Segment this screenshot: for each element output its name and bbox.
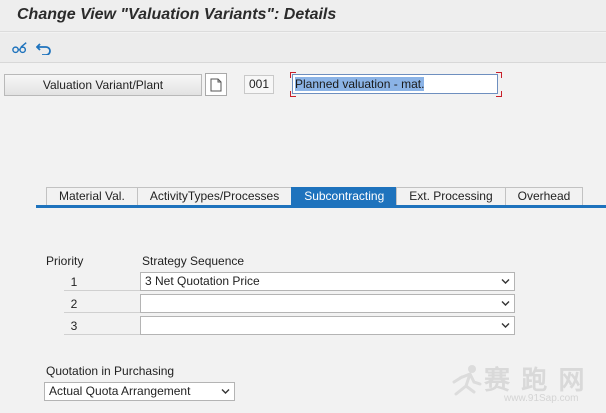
priority-number: 2 [70,297,78,311]
strategy-select-1[interactable]: 3 Net Quotation Price [140,272,515,291]
description-input[interactable]: Planned valuation - mat. [292,74,498,94]
priority-row-2: 2 [64,294,140,313]
strategy-value: 3 Net Quotation Price [145,274,260,288]
toolbar [0,33,606,63]
quotation-in-purchasing-select[interactable]: Actual Quota Arrangement [44,382,235,401]
priority-label: Priority [46,254,84,268]
quotation-value: Actual Quota Arrangement [49,384,191,398]
priority-row-3: 3 [64,316,140,335]
strategy-select-3[interactable] [140,316,515,335]
chevron-down-icon [501,323,510,328]
priority-number: 1 [70,275,78,289]
chevron-down-icon [501,301,510,306]
chevron-down-icon [221,389,230,394]
priority-row-1: 1 [64,272,140,291]
tab-strip: Material Val. ActivityTypes/Processes Su… [46,187,584,205]
watermark: 赛 跑 网 www.91Sap.com [448,360,606,410]
description-selected-text: Planned valuation - mat. [295,77,425,91]
tab-overhead[interactable]: Overhead [504,187,584,205]
chevron-down-icon [501,279,510,284]
quotation-in-purchasing-label: Quotation in Purchasing [46,364,175,378]
undo-icon[interactable] [36,40,52,56]
document-button[interactable] [205,73,227,96]
glasses-edit-icon[interactable] [12,40,28,56]
page-title: Change View "Valuation Variants": Detail… [17,6,337,23]
tab-material-val[interactable]: Material Val. [46,187,138,205]
watermark-text: 赛 跑 网 [484,365,587,395]
priority-number: 3 [70,319,78,333]
runner-logo-icon [452,365,482,396]
valuation-variant-plant-button[interactable]: Valuation Variant/Plant [4,74,202,96]
description-field-wrapper: Planned valuation - mat. [290,72,502,97]
strategy-sequence-label: Strategy Sequence [142,254,245,268]
watermark-url: www.91Sap.com [504,393,579,404]
title-bar: Change View "Valuation Variants": Detail… [0,0,606,32]
valuation-variant-code: 001 [244,75,274,94]
tab-activity-types-processes[interactable]: ActivityTypes/Processes [136,187,293,205]
strategy-select-2[interactable] [140,294,515,313]
tab-subcontracting[interactable]: Subcontracting [291,187,398,205]
document-icon [210,78,222,91]
tab-ext-processing[interactable]: Ext. Processing [396,187,506,205]
